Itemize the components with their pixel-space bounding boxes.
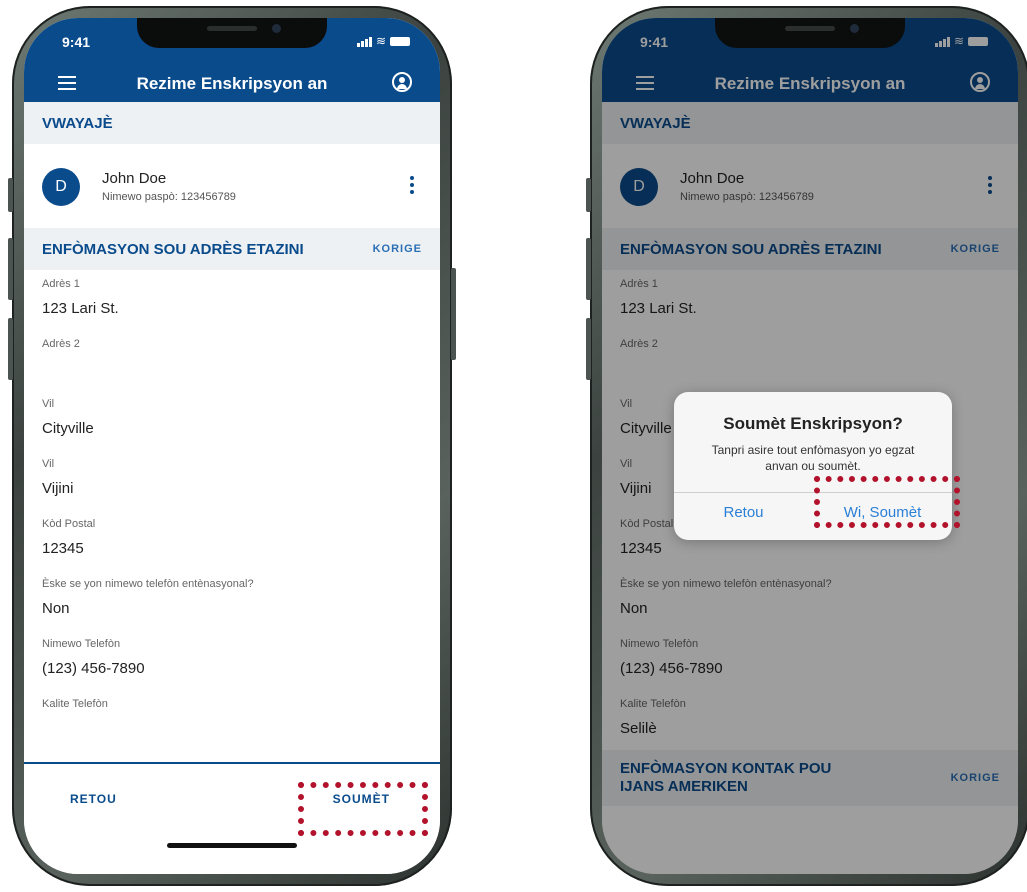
field-value: 12345 (42, 540, 84, 557)
traveler-section-title: VWAYAJÈ (42, 114, 113, 132)
traveler-row[interactable]: D John Doe Nimewo paspò: 123456789 (24, 144, 440, 228)
phone-screen: 9:41 ≋ Rezime Enskripsyon an VWAYAJÈ D J… (24, 18, 440, 874)
phone-frame-right: 9:41 ≋ Rezime Enskripsyon an VWAYAJÈ D J… (586, 6, 1027, 886)
address-edit-button[interactable]: KORIGE (373, 243, 422, 255)
phone-frame-left: 9:41 ≋ Rezime Enskripsyon an VWAYAJÈ D J… (8, 6, 456, 886)
account-icon[interactable] (392, 72, 412, 92)
traveler-passport: Nimewo paspò: 123456789 (102, 191, 236, 203)
field-value: Vijini (42, 480, 74, 497)
back-button[interactable]: RETOU (70, 792, 117, 806)
dialog-title: Soumèt Enskripsyon? (723, 414, 903, 433)
address-section-header: ENFÒMASYON SOU ADRÈS ETAZINI KORIGE (24, 228, 440, 270)
mute-switch (586, 178, 591, 212)
field-address-2: Adrès 2 (42, 330, 422, 390)
status-time: 9:41 (62, 34, 91, 50)
signal-icon (356, 37, 372, 47)
submit-highlight-box (298, 782, 428, 836)
power-button (451, 268, 456, 360)
more-options-icon[interactable] (410, 176, 414, 197)
field-label: Kalite Telefòn (42, 698, 108, 710)
notch (715, 18, 905, 48)
field-value: 123 Lari St. (42, 300, 119, 317)
field-label: Adrès 2 (42, 338, 80, 350)
volume-up-button (8, 238, 13, 300)
home-indicator[interactable] (167, 843, 297, 848)
field-postal-code: Kòd Postal 12345 (42, 510, 422, 570)
dialog-cancel-button[interactable]: Retou (674, 504, 813, 521)
field-state: Vil Vijini (42, 450, 422, 510)
volume-up-button (586, 238, 591, 300)
address-section-title: ENFÒMASYON SOU ADRÈS ETAZINI (42, 240, 304, 258)
volume-down-button (8, 318, 13, 380)
confirm-highlight-box (814, 476, 960, 528)
field-value: Cityville (42, 420, 94, 437)
field-label: Èske se yon nimewo telefòn entènasyonal? (42, 578, 254, 590)
volume-down-button (586, 318, 591, 380)
field-international-phone: Èske se yon nimewo telefòn entènasyonal?… (42, 570, 422, 630)
field-label: Kòd Postal (42, 518, 96, 530)
avatar: D (42, 168, 80, 206)
field-value: (123) 456-7890 (42, 660, 145, 677)
traveler-section-header: VWAYAJÈ (24, 102, 440, 144)
field-address-1: Adrès 1 123 Lari St. (42, 270, 422, 330)
wifi-icon: ≋ (375, 34, 386, 48)
battery-icon (390, 37, 410, 46)
mute-switch (8, 178, 13, 212)
field-label: Adrès 1 (42, 278, 80, 290)
dialog-message: Tanpri asire tout enfòmasyon yo egzat an… (711, 443, 915, 473)
notch (137, 18, 327, 48)
app-bar: Rezime Enskripsyon an (24, 66, 440, 102)
app-bar-title: Rezime Enskripsyon an (136, 74, 328, 93)
phone-screen: 9:41 ≋ Rezime Enskripsyon an VWAYAJÈ D J… (602, 18, 1018, 874)
field-phone-number: Nimewo Telefòn (123) 456-7890 (42, 630, 422, 690)
field-label: Vil (42, 458, 55, 470)
field-value: Non (42, 600, 70, 617)
traveler-name: John Doe (102, 170, 167, 187)
address-fields: Adrès 1 123 Lari St. Adrès 2 Vil Cityville… (24, 270, 440, 750)
field-label: Vil (42, 398, 55, 410)
field-city: Vil Cityville (42, 390, 422, 450)
field-label: Nimewo Telefòn (42, 638, 121, 650)
field-phone-type: Kalite Telefòn (42, 690, 422, 750)
